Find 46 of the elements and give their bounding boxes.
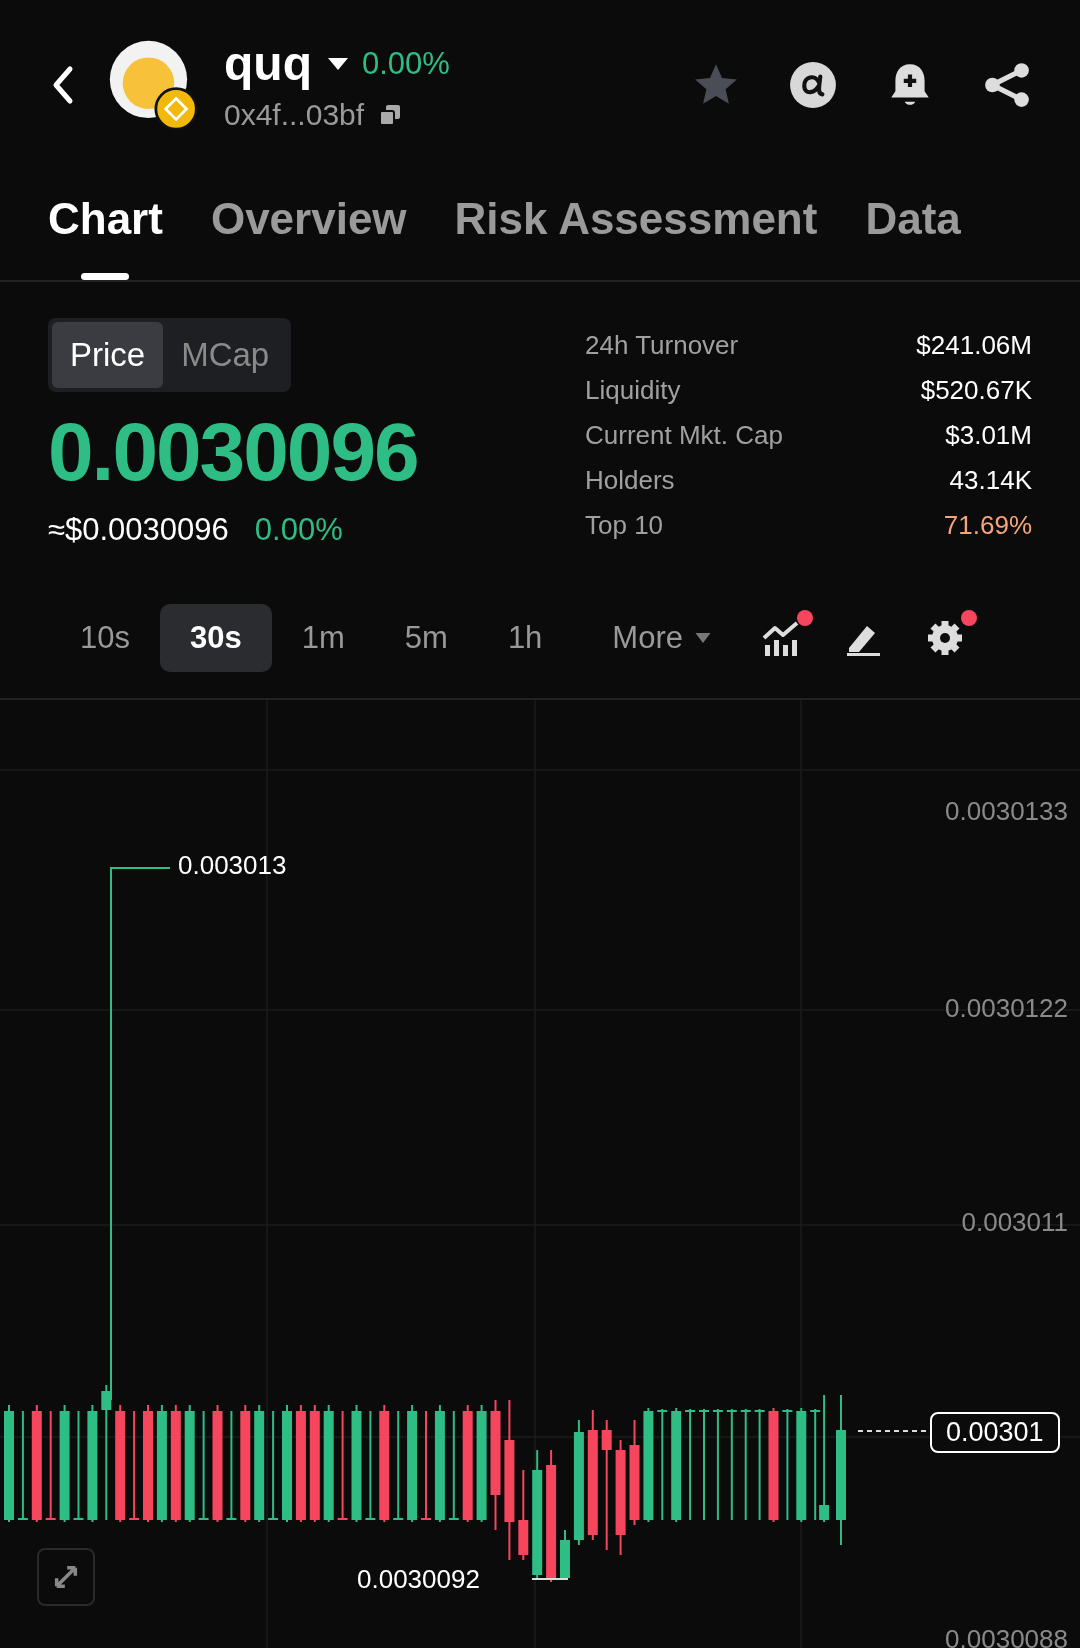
high-price-label: 0.003013 (178, 850, 287, 881)
token-symbol[interactable]: quq (224, 38, 312, 90)
stat-value: $3.01M (944, 420, 1032, 451)
current-price: 0.0030096 (48, 405, 418, 499)
alpha-icon[interactable] (788, 60, 838, 110)
tab[interactable]: Data (865, 170, 961, 280)
caret-icon (695, 633, 711, 643)
tab[interactable]: Risk Assessment (454, 170, 818, 280)
timeframe-tab[interactable]: 30s (160, 604, 272, 672)
more-button[interactable]: More (582, 604, 719, 672)
candle (560, 1529, 570, 1581)
stat-value: 43.14K (948, 465, 1032, 496)
settings-icon[interactable] (925, 618, 965, 658)
stat-value: $520.67K (919, 375, 1032, 406)
low-price-label: 0.0030092 (357, 1564, 480, 1595)
leader-line (531, 1578, 569, 1580)
last-price-tag: 0.00301 (930, 1412, 1060, 1453)
stat-label: Current Mkt. Cap (585, 420, 784, 451)
expand-button[interactable] (37, 1548, 95, 1606)
timeframe-tab[interactable]: 5m (374, 604, 478, 672)
tab[interactable]: Overview (210, 170, 407, 280)
leader-line (857, 1430, 929, 1432)
timeframe-tab[interactable]: 10s (50, 604, 160, 672)
axis-label: 0.003011 (961, 1207, 1068, 1238)
expand-icon (52, 1563, 80, 1591)
usd-change: 0.00% (254, 512, 343, 548)
toggle-option[interactable]: Price (52, 322, 164, 388)
axis-label: 0.0030122 (945, 993, 1068, 1024)
toggle-option[interactable]: MCap (163, 322, 288, 388)
timeframe-tab[interactable]: 1h (477, 604, 573, 672)
stat-label: Liquidity (585, 375, 682, 406)
contract-address: 0x4f...03bf (224, 98, 365, 132)
axis-label: 0.0030133 (945, 796, 1068, 827)
usd-price: ≈$0.0030096 (48, 512, 229, 548)
stat-value: 71.69% (942, 510, 1032, 541)
stat-label: Top 10 (585, 510, 665, 541)
timeframe-tab[interactable]: 1m (271, 604, 375, 672)
stat-label: Holders (585, 465, 676, 496)
price-change: 0.00% (361, 46, 450, 82)
axis-label: 0.0030088 (945, 1624, 1068, 1648)
share-icon[interactable] (982, 60, 1032, 110)
stat-label: 24h Turnover (585, 330, 740, 361)
tab[interactable]: Chart (48, 170, 163, 280)
dropdown-icon[interactable] (327, 58, 348, 70)
copy-icon[interactable] (378, 103, 403, 127)
stat-value: $241.06M (915, 330, 1032, 361)
